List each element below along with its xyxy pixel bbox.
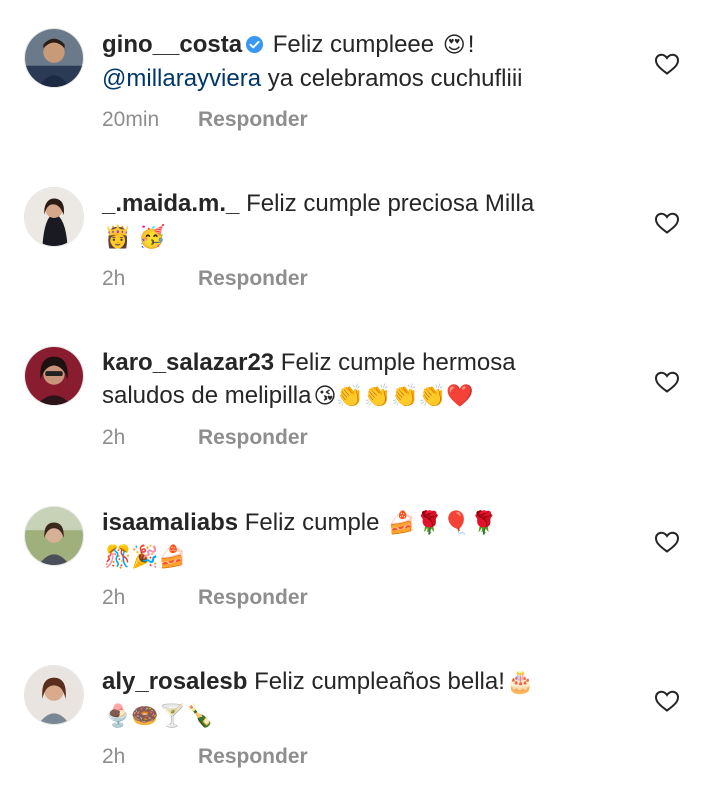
verified-badge-icon: [245, 30, 264, 54]
heart-outline-icon[interactable]: [654, 370, 680, 394]
comment-text: aly_rosalesb Feliz cumpleaños bella!🎂 🍨🍩…: [102, 665, 622, 733]
comment-body-end: !: [467, 31, 475, 58]
comment-meta: 2h Responder: [102, 745, 308, 769]
avatar-image: [25, 347, 83, 405]
comment-body: Feliz cumple: [238, 509, 387, 536]
heart-outline-icon[interactable]: [654, 689, 680, 713]
emoji-heart-eyes: 😍: [442, 33, 466, 58]
mention-link[interactable]: @millarayviera: [102, 65, 261, 92]
reply-button[interactable]: Responder: [198, 426, 308, 449]
comment-time: 2h: [102, 586, 126, 609]
comment-emojis: 🎂: [506, 670, 535, 695]
comment-text: gino__costa Feliz cumpleee 😍! @millarayv…: [102, 28, 622, 95]
avatar[interactable]: [24, 28, 84, 88]
comment-body: Feliz cumple preciosa Milla: [239, 190, 535, 217]
heart-outline-icon[interactable]: [654, 530, 680, 554]
comment-username[interactable]: aly_rosalesb: [102, 668, 247, 695]
heart-outline-icon[interactable]: [654, 211, 680, 235]
avatar-image: [25, 507, 83, 565]
comment-text: _.maida.m._ Feliz cumple preciosa Milla …: [102, 187, 622, 254]
comment-text: karo_salazar23 Feliz cumple hermosa salu…: [102, 346, 622, 413]
comment-meta: 2h Responder: [102, 267, 308, 291]
comment-username[interactable]: gino__costa: [102, 31, 242, 58]
comment-emojis: 🍰🌹🎈🌹: [388, 511, 498, 536]
comment-username[interactable]: karo_salazar23: [102, 349, 274, 376]
reply-button[interactable]: Responder: [198, 108, 308, 131]
comment-body: Feliz cumpleaños bella!: [247, 668, 505, 695]
comment-meta: 2h Responder: [102, 426, 308, 450]
comment-time: 2h: [102, 426, 126, 449]
comment-time: 2h: [102, 745, 126, 768]
avatar[interactable]: [24, 506, 84, 566]
comment-emojis-line2: 🍨🍩🍸🍾: [104, 704, 214, 729]
avatar[interactable]: [24, 346, 84, 406]
heart-outline-icon[interactable]: [654, 52, 680, 76]
comment-time: 20min: [102, 108, 160, 131]
comment-meta: 20min Responder: [102, 108, 308, 132]
reply-button[interactable]: Responder: [198, 745, 308, 768]
comment-emojis: 😘👏👏👏👏❤️: [313, 384, 474, 409]
avatar[interactable]: [24, 665, 84, 725]
comment-username[interactable]: _.maida.m._: [102, 190, 239, 217]
reply-button[interactable]: Responder: [198, 267, 308, 290]
avatar-image: [25, 188, 83, 246]
reply-button[interactable]: Responder: [198, 586, 308, 609]
comment-meta: 2h Responder: [102, 586, 308, 610]
comment-emojis: 👸 🥳: [104, 225, 166, 250]
comment-body: Feliz cumple hermosa: [274, 349, 516, 376]
comment-time: 2h: [102, 267, 126, 290]
comment-body-line2: saludos de melipilla: [102, 382, 312, 409]
avatar-image: [25, 29, 83, 87]
comment-username[interactable]: isaamaliabs: [102, 509, 238, 536]
avatar-image: [25, 666, 83, 724]
comment-body: Feliz cumpleee: [266, 31, 441, 58]
comment-emojis-line2: 🎊🎉🍰: [104, 545, 187, 570]
comment-body-line2: ya celebramos cuchufliii: [261, 65, 523, 92]
avatar[interactable]: [24, 187, 84, 247]
comment-text: isaamaliabs Feliz cumple 🍰🌹🎈🌹 🎊🎉🍰: [102, 506, 622, 574]
